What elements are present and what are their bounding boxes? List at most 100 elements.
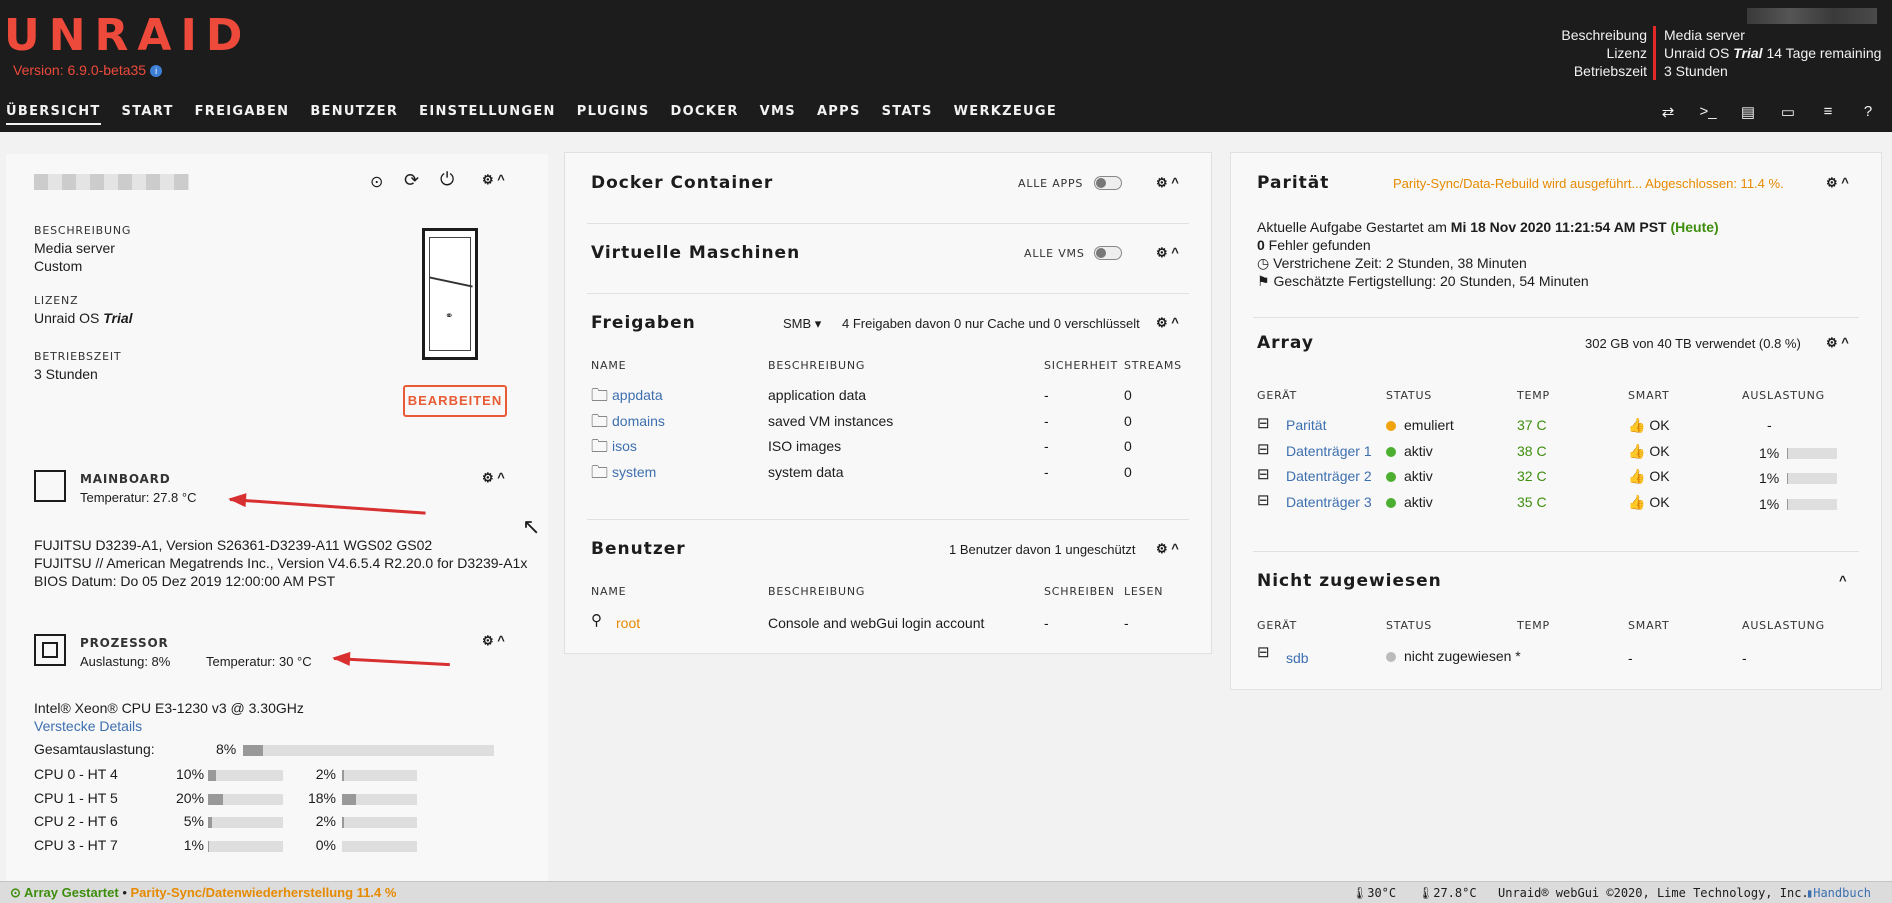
vms-settings-collapse-icon[interactable]: ⚙ ^ [1156, 245, 1179, 261]
stop-icon[interactable]: ⊙ [370, 172, 383, 192]
share-streams: 0 [1124, 387, 1132, 403]
mainboard-settings-collapse-icon[interactable]: ⚙ ^ [482, 470, 505, 486]
nav-plugins[interactable]: PLUGINS [577, 104, 650, 125]
cpu-row-value-a: 1% [183, 836, 204, 853]
cpu-row-bar-b [342, 840, 417, 852]
monitor-icon[interactable]: ▭ [1768, 103, 1808, 121]
edit-button[interactable]: BEARBEITEN [403, 385, 507, 417]
nav-uebersicht[interactable]: ÜBERSICHT [6, 104, 101, 125]
share-link[interactable]: system [612, 464, 656, 480]
terminal-icon[interactable]: >_ [1688, 103, 1728, 121]
docker-all-apps-label: ALLE APPS [1018, 177, 1084, 190]
version-label[interactable]: Version: 6.9.0-beta35 i [13, 62, 163, 78]
feedback-icon[interactable]: ▤ [1728, 103, 1768, 121]
beschreibung-label: BESCHREIBUNG [34, 224, 132, 237]
shares-col-streams: STREAMS [1124, 359, 1182, 372]
share-security: - [1044, 412, 1049, 429]
users-col-read: LESEN [1124, 585, 1164, 598]
cpu-row-value-a: 5% [183, 813, 204, 830]
array-device-link[interactable]: Parität [1286, 417, 1326, 433]
mainboard-line-1: FUJITSU D3239-A1, Version S26361-D3239-A… [34, 537, 433, 553]
share-link[interactable]: appdata [612, 387, 663, 403]
array-status: aktiv [1386, 468, 1433, 484]
license-value[interactable]: Unraid OS Trial 14 Tage remaining [1664, 44, 1881, 62]
unassigned-device-link[interactable]: sdb [1286, 650, 1309, 666]
user-icon: ⚲ [591, 612, 602, 629]
share-security: - [1044, 438, 1049, 454]
docker-settings-collapse-icon[interactable]: ⚙ ^ [1156, 175, 1179, 191]
power-icon[interactable]: ⏻ [440, 169, 454, 190]
mainboard-title: MAINBOARD [80, 472, 171, 486]
hide-details-link[interactable]: Verstecke Details [34, 718, 142, 734]
array-title: Array [1257, 333, 1314, 353]
share-link[interactable]: isos [612, 438, 637, 454]
log-icon[interactable]: ≡ [1808, 103, 1848, 121]
nav-benutzer[interactable]: BENUTZER [310, 104, 398, 125]
footer-t1: 30°C [1367, 886, 1397, 900]
nav-icons: ⇄ >_ ▤ ▭ ≡ ? [1648, 103, 1888, 121]
disk-icon: ⊟ [1257, 491, 1270, 509]
cpu-settings-collapse-icon[interactable]: ⚙ ^ [482, 633, 505, 649]
license-a: Unraid OS [1664, 45, 1734, 61]
disk-icon: ⊟ [1257, 415, 1270, 432]
users-col-write: SCHREIBEN [1044, 585, 1115, 598]
share-desc: system data [768, 463, 844, 480]
user-root-desc: Console and webGui login account [768, 615, 985, 631]
right-panel: Parität Parity-Sync/Data-Rebuild wird au… [1230, 152, 1882, 690]
nav-freigaben[interactable]: FREIGABEN [195, 104, 290, 125]
array-settings-collapse-icon[interactable]: ⚙ ^ [1826, 335, 1849, 351]
array-temp: 32 C [1517, 468, 1547, 485]
user-root-link[interactable]: root [616, 615, 640, 631]
shares-protocol-select[interactable]: SMB ▾ [783, 316, 821, 332]
share-security: - [1044, 463, 1049, 480]
nav-stats[interactable]: STATS [882, 104, 933, 125]
cpu-row-value-a: 20% [176, 789, 205, 806]
users-col-desc: BESCHREIBUNG [768, 585, 866, 598]
nav-einstellungen[interactable]: EINSTELLUNGEN [419, 104, 556, 125]
status-dot [1386, 652, 1396, 662]
disk-icon: ⊟ [1257, 440, 1270, 458]
unassigned-collapse-icon[interactable]: ^ [1839, 573, 1847, 588]
users-settings-collapse-icon[interactable]: ⚙ ^ [1156, 541, 1179, 557]
disk-icon: ⊟ [1257, 466, 1270, 484]
docker-all-apps-toggle[interactable] [1094, 176, 1122, 190]
cpu-row-bar-a [208, 817, 283, 829]
shares-settings-collapse-icon[interactable]: ⚙ ^ [1156, 315, 1179, 331]
array-device-link[interactable]: Datenträger 2 [1286, 468, 1372, 484]
header: UNRAID Version: 6.9.0-beta35 i Beschreibu… [0, 0, 1892, 132]
nav-werkzeuge[interactable]: WERKZEUGE [954, 104, 1057, 125]
total-load-value: 8% [216, 741, 237, 757]
share-link[interactable]: domains [612, 413, 665, 429]
array-device-link[interactable]: Datenträger 1 [1286, 443, 1372, 459]
unraid-logo[interactable]: UNRAID [4, 12, 251, 60]
info-icon[interactable]: i [150, 65, 163, 77]
mainboard-line-2: FUJITSU // American Megatrends Inc., Ver… [34, 555, 528, 571]
user-root-write: - [1044, 615, 1049, 631]
vms-all-toggle[interactable] [1094, 246, 1122, 260]
mouse-cursor: ↖ [522, 514, 541, 539]
nav-start[interactable]: START [122, 104, 174, 125]
cpu-row-value-b: 2% [315, 813, 336, 830]
array-col-temp: TEMP [1517, 389, 1550, 402]
array-status: emuliert [1386, 417, 1454, 433]
array-device-link[interactable]: Datenträger 3 [1286, 494, 1372, 510]
help-icon[interactable]: ? [1848, 103, 1888, 121]
share-desc: application data [768, 387, 867, 403]
flag-icon: ⚑ [1257, 273, 1274, 289]
nav-vms[interactable]: VMS [760, 104, 796, 125]
array-status: aktiv [1386, 443, 1433, 459]
shares-col-desc: BESCHREIBUNG [768, 359, 866, 372]
manual-link[interactable]: ▮Handbuch [1806, 882, 1871, 903]
parity-settings-collapse-icon[interactable]: ⚙ ^ [1826, 175, 1849, 191]
users-col-name: NAME [591, 585, 627, 598]
nav-apps[interactable]: APPS [817, 104, 861, 125]
reboot-icon[interactable]: ⟳ [404, 170, 419, 191]
lizenz-label: LIZENZ [34, 294, 79, 307]
share-streams: 0 [1124, 463, 1132, 480]
unassigned-col-device: GERÄT [1257, 619, 1298, 632]
nav-docker[interactable]: DOCKER [671, 104, 739, 125]
switch-icon[interactable]: ⇄ [1648, 103, 1688, 121]
settings-collapse-icon[interactable]: ⚙ ^ [482, 172, 505, 188]
header-info-values: Media server Unraid OS Trial 14 Tage rem… [1664, 26, 1881, 80]
array-used: 302 GB von 40 TB verwendet (0.8 %) [1585, 336, 1801, 351]
